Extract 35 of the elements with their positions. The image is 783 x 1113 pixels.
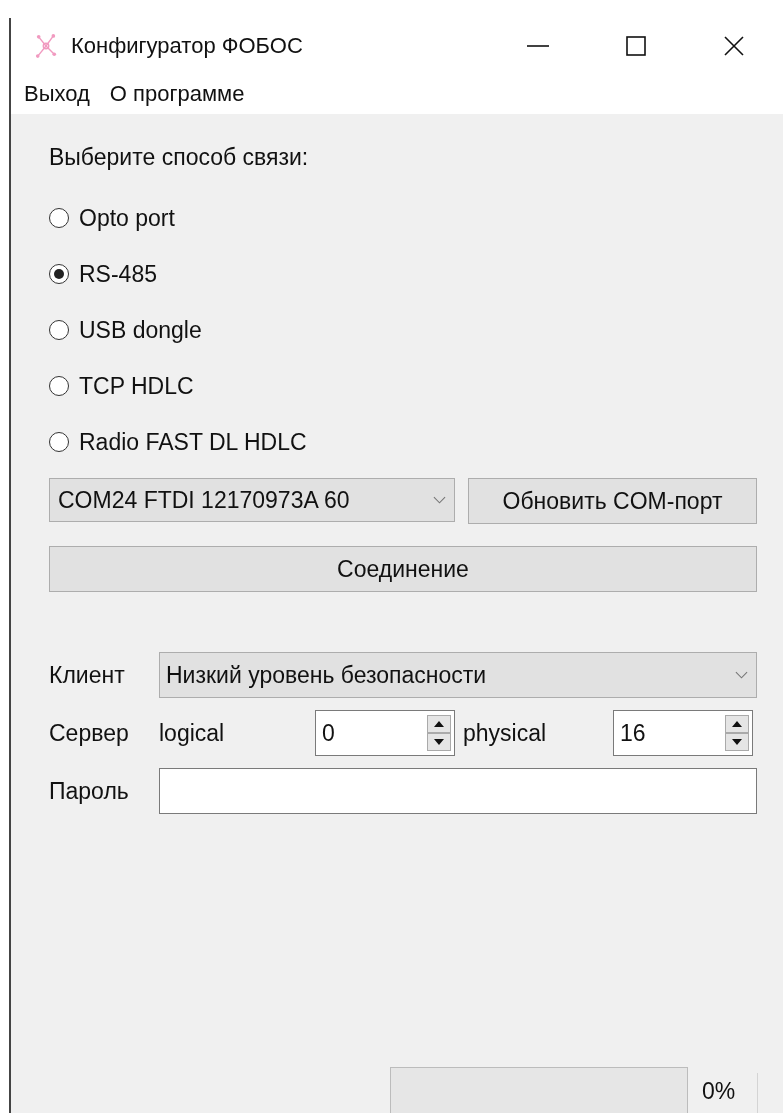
- window-title: Конфигуратор ФОБОС: [71, 33, 303, 59]
- client-label: Клиент: [49, 661, 126, 689]
- spin-arrows-icon: [427, 715, 451, 751]
- progress-reading: 0%: [702, 1078, 736, 1105]
- spin-arrows-icon: [725, 715, 749, 751]
- close-icon: [722, 34, 746, 58]
- refresh-port-button[interactable]: Обновить COM-порт: [468, 478, 757, 524]
- password-label: Пароль: [49, 777, 130, 805]
- radio-button[interactable]: [49, 376, 69, 396]
- radio-label: USB dongle: [79, 316, 202, 344]
- password-field[interactable]: [159, 768, 757, 814]
- connection-label: Выберите способ связи:: [49, 144, 310, 172]
- radio-button[interactable]: [49, 264, 69, 284]
- app-logo-icon: [35, 32, 57, 60]
- minimize-icon: [527, 45, 549, 47]
- radio-button[interactable]: [49, 320, 69, 340]
- radio-label: TCP HDLC: [79, 372, 194, 400]
- chevron-down-icon: [433, 496, 446, 504]
- connect-button[interactable]: Соединение: [49, 546, 757, 592]
- physical-label: physical: [463, 719, 548, 747]
- logical-label: logical: [159, 719, 226, 747]
- server-label: Сервер: [49, 719, 130, 747]
- radio-label: RS-485: [79, 260, 157, 288]
- chevron-down-icon: [735, 671, 748, 679]
- radio-button[interactable]: [49, 432, 69, 452]
- radio-label: Radio FAST DL HDLC: [79, 428, 307, 456]
- client-dropdown[interactable]: Низкий уровень безопасности: [159, 652, 757, 698]
- radio-label: Opto port: [79, 204, 175, 232]
- menu-item[interactable]: О программе: [109, 81, 245, 107]
- radio-button[interactable]: [49, 208, 69, 228]
- physical-spinbox[interactable]: 16: [613, 710, 753, 756]
- port-dropdown[interactable]: COM24 FTDI 12170973A 60: [49, 478, 455, 522]
- menu-item[interactable]: Выход: [24, 81, 90, 107]
- maximize-icon: [624, 34, 648, 58]
- logical-spinbox[interactable]: 0: [315, 710, 455, 756]
